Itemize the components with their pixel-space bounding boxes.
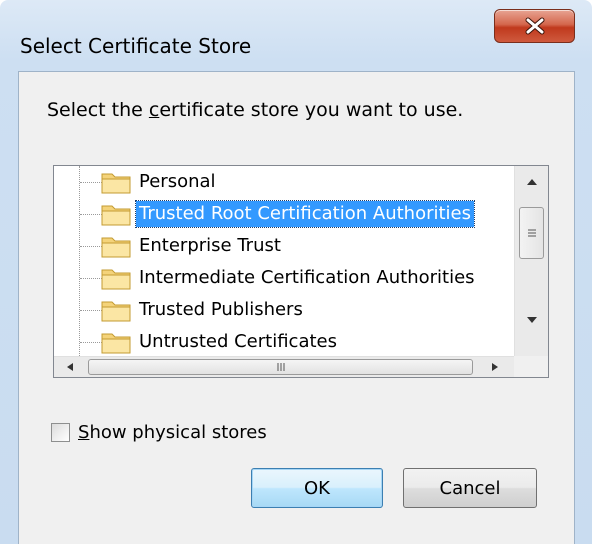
horizontal-scroll-thumb[interactable] [88,359,473,375]
tree-connector [80,342,102,343]
dialog-window: Select Certificate Store Select the cert… [0,0,592,544]
tree-connector [80,214,102,215]
scroll-down-arrow-icon[interactable] [526,316,538,324]
show-physical-stores-checkbox[interactable] [51,422,70,442]
tree-item-label: Personal [139,171,216,192]
grip-icon [277,363,284,371]
tree-item-label: Untrusted Certificates [139,331,337,352]
folder-icon [101,237,131,258]
window-title: Select Certificate Store [20,34,252,58]
scroll-left-arrow-icon[interactable] [66,362,74,372]
horizontal-scrollbar[interactable] [54,356,514,377]
folder-icon [101,269,131,290]
tree-item-label: Trusted Root Certification Authorities [135,200,475,228]
folder-icon [101,173,131,194]
tree-item-label: Trusted Publishers [139,299,303,320]
store-tree[interactable]: Personal Trusted Root Certification Auth… [53,165,549,378]
scroll-up-arrow-icon[interactable] [526,178,538,186]
tree-connector [80,310,102,311]
prompt-text-part: Select the [47,99,149,121]
tree-connector [80,182,102,183]
close-button[interactable] [494,9,575,43]
tree-item-enterprise-trust[interactable]: Enterprise Trust [54,230,514,262]
tree-item-intermediate[interactable]: Intermediate Certification Authorities [54,262,514,294]
scrollbar-corner [514,356,548,377]
close-icon [525,17,544,35]
checkbox-label-text: how physical stores [89,421,267,443]
prompt-text-part: ertificate store you want to use. [159,99,464,121]
tree-item-untrusted[interactable]: Untrusted Certificates [54,326,514,356]
dialog-body: Select the certificate store you want to… [18,71,575,544]
folder-icon [101,333,131,354]
folder-icon [101,205,131,226]
checkbox-mnemonic: S [78,421,90,443]
vertical-scroll-thumb[interactable] [519,207,544,259]
show-physical-stores-label: Show physical stores [78,422,267,443]
tree-items: Personal Trusted Root Certification Auth… [54,166,514,356]
tree-item-trusted-publishers[interactable]: Trusted Publishers [54,294,514,326]
cancel-button[interactable]: Cancel [403,468,537,508]
tree-item-personal[interactable]: Personal [54,166,514,198]
prompt-text: Select the certificate store you want to… [47,99,463,121]
tree-connector [80,278,102,279]
vertical-scrollbar[interactable] [514,166,548,356]
ok-button[interactable]: OK [251,468,383,508]
grip-icon [527,229,536,237]
show-physical-stores-row[interactable]: Show physical stores [51,420,267,444]
tree-item-trusted-root[interactable]: Trusted Root Certification Authorities [54,198,514,230]
tree-item-label: Intermediate Certification Authorities [139,267,475,288]
tree-connector [80,246,102,247]
folder-icon [101,301,131,322]
prompt-mnemonic: c [148,99,160,121]
scroll-right-arrow-icon[interactable] [491,362,499,372]
tree-item-label: Enterprise Trust [139,235,281,256]
